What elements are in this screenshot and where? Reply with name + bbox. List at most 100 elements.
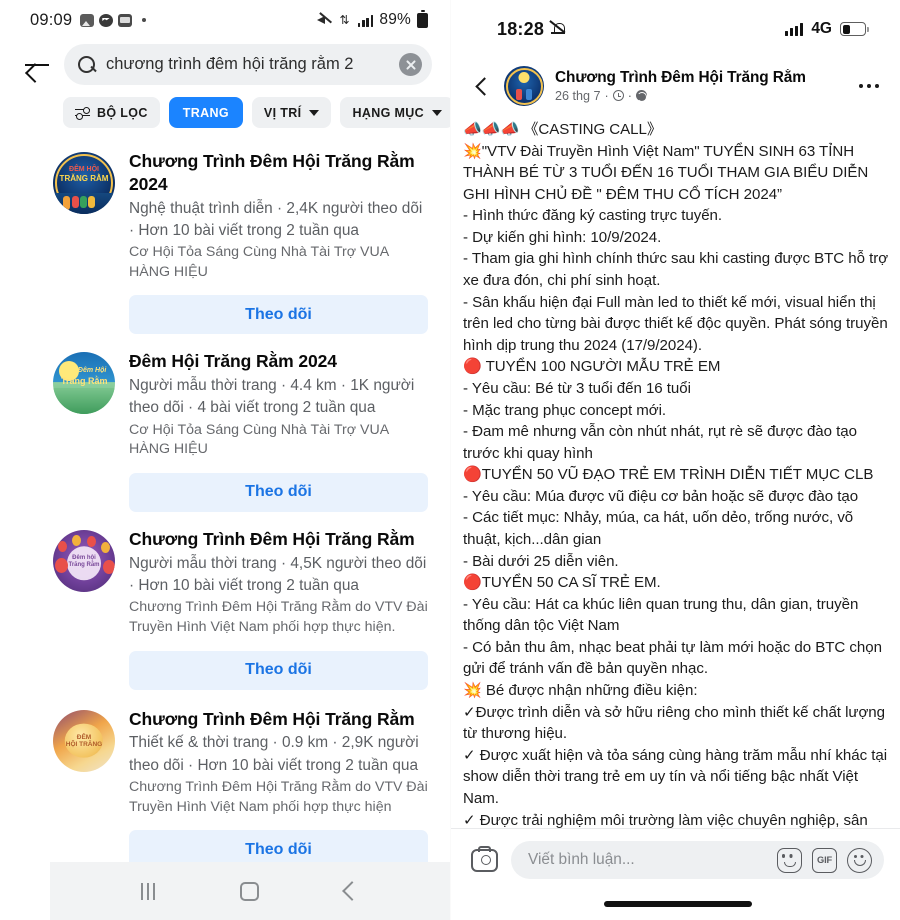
result-title: Chương Trình Đêm Hội Trăng Rằm: [129, 708, 415, 729]
dual-phone-screenshot: 09:09 ⇅ 89% chương trình đêm hội trăng r…: [0, 0, 900, 920]
post-line: 🔴TUYỂN 50 CA SĨ TRẺ EM.: [463, 574, 661, 592]
bell-slash-icon: [551, 21, 567, 37]
chip-trang[interactable]: TRANG: [168, 97, 243, 128]
clock-icon: [612, 90, 624, 102]
more-options-icon[interactable]: [856, 83, 882, 89]
left-phone-search-screen: 09:09 ⇅ 89% chương trình đêm hội trăng r…: [0, 0, 450, 920]
post-meta: 26 thg 7 · ·: [555, 89, 845, 103]
post-line: - Yêu cầu: Múa được vũ điệu cơ bản hoặc …: [463, 487, 859, 505]
chip-vi-tri[interactable]: VỊ TRÍ: [251, 97, 332, 128]
camera-icon[interactable]: [471, 845, 498, 872]
post-page-name[interactable]: Chương Trình Đêm Hội Trăng Rằm: [555, 69, 845, 87]
post-line: - Tham gia ghi hình chính thức sau khi c…: [463, 250, 889, 290]
post-line: - Yêu cầu: Hát ca khúc liên quan trung t…: [463, 595, 859, 635]
post-line: 💥 Bé được nhận những điều kiện:: [463, 682, 698, 700]
result-meta: Nghệ thuật trình diễn · 2,4K người theo …: [129, 199, 423, 239]
result-text-block: Chương Trình Đêm Hội Trăng Rằm Người mẫu…: [129, 526, 428, 690]
search-results-list: ĐÊM HỘI TRĂNG RẰM Chương Trình Đêm Hội T…: [0, 140, 450, 920]
post-line: - Có bản thu âm, nhạc beat phải tự làm m…: [463, 638, 882, 678]
status-system-icons: ⇅ 89%: [316, 10, 428, 29]
follow-button[interactable]: Theo dõi: [129, 472, 428, 512]
result-meta: Thiết kế & thời trang · 0.9 km · 2,9K ng…: [129, 734, 419, 774]
chip-label: VỊ TRÍ: [263, 105, 302, 120]
search-result-item[interactable]: ĐÊM HỘI TRĂNG Chương Trình Đêm Hội Trăng…: [0, 690, 450, 870]
meta-separator: ·: [604, 88, 609, 103]
search-result-item[interactable]: ĐÊM HỘI TRĂNG RẰM Chương Trình Đêm Hội T…: [0, 140, 450, 335]
gif-icon[interactable]: GIF: [812, 847, 837, 873]
page-avatar[interactable]: ĐÊM HỘI TRĂNG: [53, 709, 115, 772]
follow-button[interactable]: Theo dõi: [129, 295, 428, 335]
comment-composer-bar: Viết bình luận... GIF: [451, 828, 900, 920]
result-title: Chương Trình Đêm Hội Trăng Rằm: [129, 528, 415, 549]
result-title: Chương Trình Đêm Hội Trăng Rằm 2024: [129, 151, 415, 194]
messenger-icon: [99, 13, 114, 27]
status-time: 18:28: [497, 18, 545, 39]
clear-search-icon[interactable]: [399, 53, 422, 76]
chevron-down-icon: [309, 109, 320, 116]
result-description: Chương Trình Đêm Hội Trăng Rằm do VTV Đà…: [129, 599, 428, 635]
post-page-avatar[interactable]: [504, 66, 544, 106]
result-meta: Người mẫu thời trang · 4,5K người theo d…: [129, 554, 427, 595]
chip-label: TRANG: [182, 105, 229, 120]
search-icon: [78, 55, 96, 74]
result-description: Cơ Hội Tỏa Sáng Cùng Nhà Tài Trợ VUA HÀN…: [129, 421, 389, 458]
comment-placeholder: Viết bình luận...: [528, 851, 635, 868]
recents-icon[interactable]: [140, 882, 155, 900]
post-line: 🔴 TUYỂN 100 NGƯỜI MẪU TRẺ EM: [463, 358, 721, 376]
status-dot-icon: [142, 18, 147, 22]
post-line: - Mặc trang phục concept mới.: [463, 401, 667, 419]
post-line: - Các tiết mục: Nhảy, múa, ca hát, uốn d…: [463, 509, 854, 548]
post-header: Chương Trình Đêm Hội Trăng Rằm 26 thg 7 …: [451, 58, 900, 116]
search-result-item[interactable]: Đêm hội Trăng Rằm Chương Trình Đêm Hội T…: [0, 512, 450, 690]
post-text-content: 📣📣📣 《CASTING CALL》 💥"VTV Đài Truyền Hình…: [451, 116, 900, 920]
result-title: Đêm Hội Trăng Rằm 2024: [129, 351, 337, 372]
comment-input[interactable]: Viết bình luận... GIF: [511, 841, 884, 879]
chip-label: HẠNG MỤC: [352, 105, 424, 120]
back-arrow-icon[interactable]: [22, 50, 52, 80]
status-time: 09:09: [30, 10, 73, 29]
battery-icon: [417, 10, 428, 28]
chip-hang-muc[interactable]: HẠNG MỤC: [340, 97, 450, 128]
emoji-icon[interactable]: [847, 847, 872, 873]
chip-label: BỘ LỌC: [97, 105, 148, 120]
page-avatar[interactable]: ĐÊM HỘI TRĂNG RẰM: [53, 152, 115, 214]
back-icon[interactable]: [342, 881, 363, 901]
battery-icon: [840, 22, 869, 36]
result-text-block: Đêm Hội Trăng Rằm 2024 Người mẫu thời tr…: [129, 348, 428, 512]
comment-row: Viết bình luận... GIF: [471, 841, 884, 879]
status-system-icons: 4G: [784, 20, 869, 38]
page-avatar[interactable]: Đêm hội Trăng Rằm: [53, 529, 115, 592]
post-timestamp: 26 thg 7: [555, 88, 601, 103]
result-description: Chương Trình Đêm Hội Trăng Rằm do VTV Đà…: [129, 778, 428, 815]
follow-button[interactable]: Theo dõi: [129, 650, 428, 690]
result-text-block: Chương Trình Đêm Hội Trăng Rằm 2024 Nghệ…: [129, 148, 428, 335]
sticker-icon[interactable]: [777, 847, 802, 873]
result-meta: Người mẫu thời trang · 4.4 km · 1K người…: [129, 377, 415, 417]
post-line: - Đam mê nhưng vẫn còn nhút nhát, rụt rè…: [463, 423, 857, 462]
post-line: ✓Được trình diễn và sở hữu riêng cho mìn…: [463, 703, 885, 743]
ios-status-bar: 18:28 4G: [451, 0, 900, 58]
chip-bo-loc[interactable]: BỘ LỌC: [63, 97, 160, 128]
search-result-item[interactable]: Đêm Hội Trăng Rằm Đêm Hội Trăng Rằm 2024…: [0, 334, 450, 512]
app-icon: [118, 13, 133, 27]
home-icon[interactable]: [240, 881, 260, 901]
result-description: Cơ Hội Tỏa Sáng Cùng Nhà Tài Trợ VUA HÀN…: [129, 244, 389, 280]
vibrate-icon: ⇅: [339, 13, 350, 27]
meta-separator: ·: [627, 88, 632, 103]
chevron-down-icon: [432, 109, 442, 116]
mute-icon: [316, 13, 332, 27]
result-text-block: Chương Trình Đêm Hội Trăng Rằm Thiết kế …: [129, 706, 428, 870]
post-line: ✓ Được xuất hiện và tỏa sáng cùng hàng t…: [463, 746, 887, 807]
android-navigation-bar: [50, 862, 450, 920]
post-author-block: Chương Trình Đêm Hội Trăng Rằm 26 thg 7 …: [555, 69, 845, 103]
android-status-bar: 09:09 ⇅ 89%: [0, 0, 450, 40]
post-line: 🔴TUYỂN 50 VŨ ĐẠO TRẺ EM TRÌNH DIỄN TIẾT …: [463, 466, 874, 484]
back-icon[interactable]: [471, 75, 493, 97]
photos-icon: [80, 13, 95, 27]
post-line: - Dự kiến ghi hình: 10/9/2024.: [463, 228, 662, 246]
post-line: 📣📣📣 《CASTING CALL》: [463, 121, 662, 138]
page-avatar[interactable]: Đêm Hội Trăng Rằm: [53, 352, 115, 415]
signal-icon: [784, 23, 804, 36]
search-input[interactable]: chương trình đêm hội trăng rằm 2: [64, 44, 432, 85]
filter-icon: [75, 106, 90, 119]
